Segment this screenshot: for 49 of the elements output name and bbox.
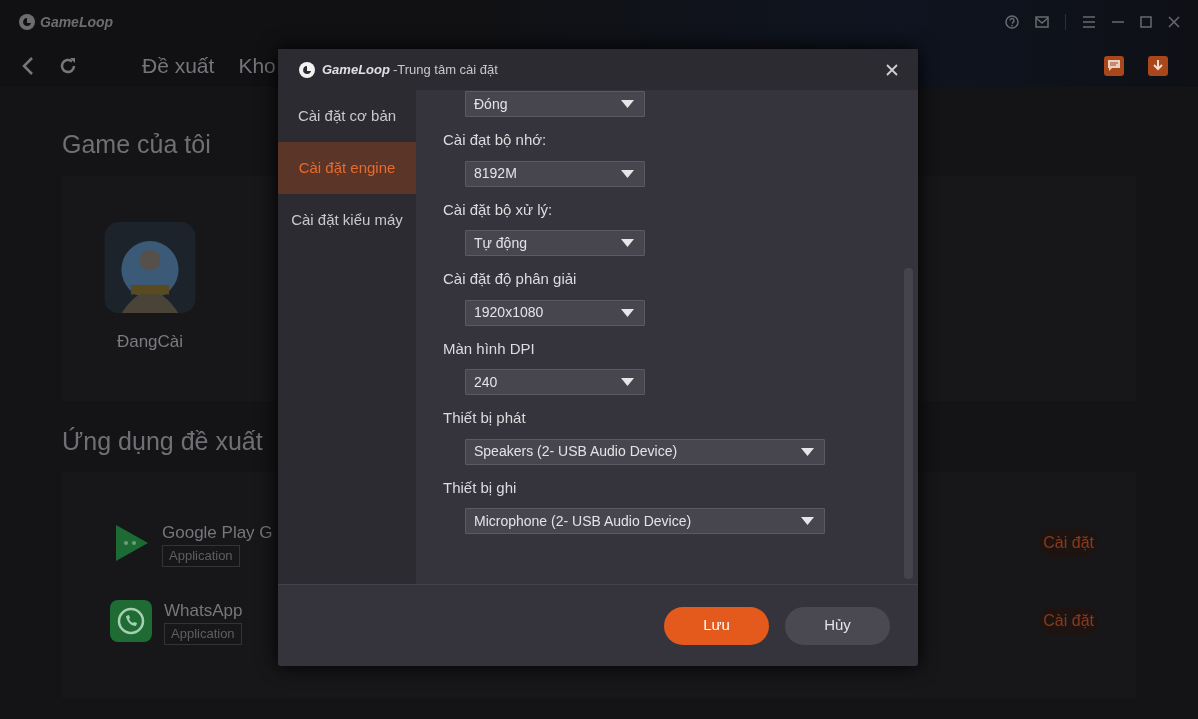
back-icon[interactable] [22, 56, 34, 75]
download-button[interactable] [1148, 55, 1168, 76]
download-icon [1152, 59, 1164, 72]
phone-chat-icon [110, 600, 152, 642]
caret-icon [621, 169, 634, 178]
dialog-title: -Trung tâm cài đặt [392, 60, 498, 79]
feedback-button[interactable] [1104, 55, 1124, 76]
dialog-brand: GameLoop [322, 60, 390, 79]
setting-label: Thiết bị ghi [443, 477, 518, 498]
dropdown[interactable]: Microphone (2- USB Audio Device) [465, 508, 825, 534]
setting-label: Cài đặt bộ xử lý: [443, 199, 554, 220]
refresh-icon[interactable] [58, 55, 78, 76]
logo-icon [18, 13, 36, 31]
section-title: Ứng dụng đề xuất [62, 425, 263, 457]
dropdown[interactable]: 8192M [465, 160, 645, 187]
mail-icon[interactable] [1035, 16, 1049, 28]
app-type-tag: Application [162, 545, 240, 567]
maximize-icon[interactable] [1140, 16, 1152, 28]
app-name: Google Play G [162, 521, 273, 544]
caret-icon [621, 308, 634, 317]
help-icon[interactable] [1005, 15, 1019, 29]
game-name: ĐangCài [116, 331, 184, 353]
chat-icon [1108, 60, 1120, 71]
setting-label: Cài đặt độ phân giải [443, 269, 578, 289]
cancel-button[interactable]: Hủy [785, 606, 890, 645]
nav-tab[interactable]: Kho [238, 49, 276, 82]
dropdown[interactable]: Speakers (2- USB Audio Device) [465, 438, 825, 465]
setting-label: Thiết bị phát [443, 408, 527, 428]
settings-tab[interactable]: Cài đặt kiểu máy [278, 194, 416, 246]
dropdown[interactable]: 240 [465, 369, 645, 395]
setting-label: Màn hình DPI [443, 338, 536, 359]
settings-tab[interactable]: Cài đặt cơ bản [278, 90, 416, 142]
app-type-tag: Application [164, 623, 242, 645]
dropdown[interactable]: Tự động [465, 230, 645, 256]
app-name: WhatsApp [164, 599, 243, 622]
dropdown[interactable]: Đóng [465, 91, 645, 117]
menu-icon[interactable] [1082, 16, 1096, 28]
save-button[interactable]: Lưu [664, 606, 769, 645]
caret-icon [801, 517, 814, 525]
section-title: Game của tôi [62, 129, 211, 160]
app-logo: GameLoop [40, 12, 114, 32]
caret-icon [621, 100, 634, 108]
caret-icon [621, 378, 634, 386]
logo-icon [298, 60, 316, 79]
dropdown[interactable]: 1920x1080 [465, 299, 645, 326]
caret-icon [621, 239, 634, 247]
setting-label: Cài đạt bộ nhớ: [443, 130, 548, 150]
nav-tab[interactable]: Đề xuất [142, 49, 215, 82]
caret-icon [801, 447, 814, 456]
